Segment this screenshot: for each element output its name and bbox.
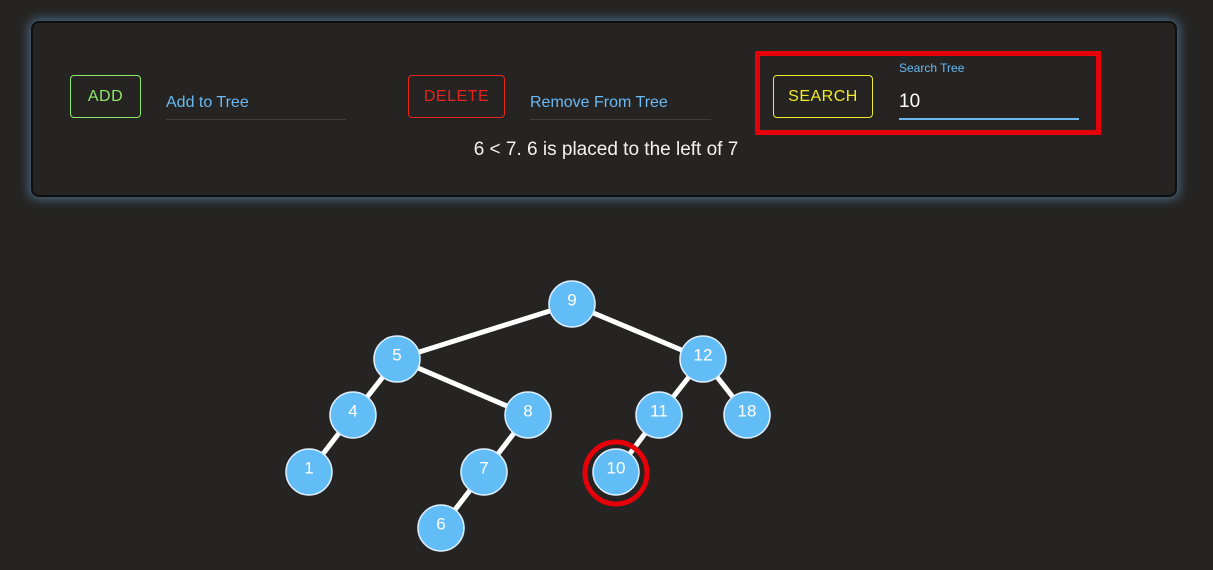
tree-node-label: 5 [392, 345, 401, 364]
tree-node-8[interactable]: 8 [504, 391, 552, 439]
tree-node-1[interactable]: 1 [285, 448, 333, 496]
tree-node-7[interactable]: 7 [460, 448, 508, 496]
tree-node-label: 1 [304, 458, 313, 477]
tree-node-4[interactable]: 4 [329, 391, 377, 439]
tree-node-9[interactable]: 9 [548, 280, 596, 328]
tree-node-label: 12 [694, 345, 713, 364]
tree-node-label: 11 [650, 401, 668, 420]
tree-node-label: 8 [523, 401, 532, 420]
tree-node-18[interactable]: 18 [723, 391, 771, 439]
tree-node-label: 4 [348, 401, 357, 420]
tree-node-label: 18 [738, 401, 757, 420]
tree-node-label: 6 [436, 514, 445, 533]
tree-nodes: 1 4 5 6 7 8 9 10 11 12 18 [285, 280, 771, 552]
tree-node-label: 10 [607, 458, 626, 477]
tree-node-12[interactable]: 12 [679, 335, 727, 383]
tree-node-5[interactable]: 5 [373, 335, 421, 383]
tree-edge-9-5 [396, 301, 573, 362]
tree-node-10[interactable]: 10 [592, 448, 640, 496]
tree-node-label: 7 [479, 458, 488, 477]
tree-canvas: 1 4 5 6 7 8 9 10 11 12 18 [285, 280, 771, 552]
tree-node-6[interactable]: 6 [417, 504, 465, 552]
tree-node-11[interactable]: 11 [635, 391, 683, 439]
tree-node-label: 9 [567, 290, 576, 309]
